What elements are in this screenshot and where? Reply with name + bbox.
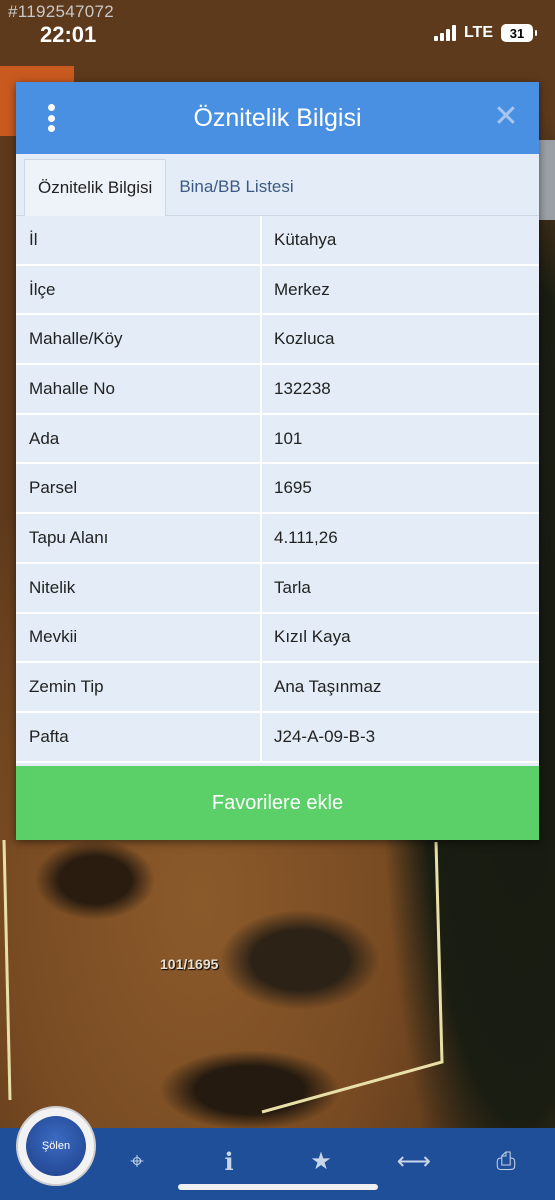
tab-building-list[interactable]: Bina/BB Listesi: [166, 158, 306, 215]
table-row: Nitelik Tarla: [16, 563, 539, 614]
row-key: Mevkii: [16, 613, 262, 662]
row-key: Tapu Alanı: [16, 514, 262, 562]
table-row: İlçe Merkez: [16, 265, 539, 316]
logo-text: Şölen: [26, 1116, 86, 1176]
signal-icon: [433, 25, 456, 41]
row-key: İl: [16, 216, 262, 264]
locate-icon[interactable]: ⌖: [117, 1146, 157, 1178]
print-icon[interactable]: ⎙: [486, 1146, 526, 1178]
row-value: J24-A-09-B-3: [274, 726, 376, 746]
attribute-table: İl Kütahya İlçe Merkez Mahalle/Köy Kozluca …: [16, 216, 539, 763]
table-row: Ada 101: [16, 414, 539, 465]
info-icon[interactable]: i: [209, 1146, 249, 1178]
measure-icon[interactable]: ⟷: [394, 1146, 434, 1178]
attribute-dialog: Öznitelik Bilgisi ✕ Öznitelik Bilgisi Bi…: [16, 82, 539, 840]
map-overlay-edge: [539, 140, 555, 220]
table-row: Zemin Tip Ana Taşınmaz: [16, 663, 539, 713]
row-value: Kozluca: [274, 329, 335, 349]
dialog-header: Öznitelik Bilgisi ✕: [16, 82, 539, 154]
row-key: Mahalle/Köy: [16, 315, 262, 364]
table-row: Mahalle/Köy Kozluca: [16, 315, 539, 366]
row-value: 101: [274, 428, 303, 448]
row-key: Parsel: [16, 464, 262, 513]
row-value: 4.111,26: [274, 527, 338, 547]
tab-attribute-info[interactable]: Öznitelik Bilgisi: [24, 159, 167, 216]
row-value: 132238: [274, 378, 331, 398]
row-value: Kütahya: [274, 229, 337, 249]
battery-icon: 31: [501, 24, 537, 42]
table-row: Pafta J24-A-09-B-3: [16, 712, 539, 763]
table-row: Parsel 1695: [16, 464, 539, 515]
row-key: Nitelik: [16, 563, 262, 612]
row-value: Kızıl Kaya: [274, 627, 351, 647]
network-type: LTE: [463, 24, 493, 41]
watermark-id: #1192547072: [8, 2, 115, 21]
table-row: İl Kütahya: [16, 216, 539, 266]
row-key: İlçe: [16, 265, 262, 314]
row-key: Ada: [16, 414, 262, 463]
row-key: Zemin Tip: [16, 663, 262, 711]
row-value: 1695: [274, 478, 312, 498]
company-logo: Şölen: [16, 1106, 96, 1186]
table-row: Tapu Alanı 4.111,26: [16, 514, 539, 564]
add-to-favorites-button[interactable]: Favorilere ekle: [16, 766, 539, 840]
row-value: Merkez: [274, 279, 330, 299]
table-row: Mevkii Kızıl Kaya: [16, 613, 539, 664]
row-value: Tarla: [274, 577, 311, 597]
row-value: Ana Taşınmaz: [274, 677, 382, 697]
table-row: Mahalle No 132238: [16, 365, 539, 415]
parcel-label: 101/1695: [160, 956, 219, 972]
row-key: Mahalle No: [16, 365, 262, 413]
status-indicators: LTE 31: [433, 24, 537, 42]
status-time: 22:01: [40, 22, 97, 47]
tab-bar: Öznitelik Bilgisi Bina/BB Listesi: [16, 154, 539, 216]
row-key: Pafta: [16, 712, 262, 761]
home-indicator[interactable]: [178, 1184, 378, 1190]
more-menu-icon[interactable]: [44, 104, 58, 132]
dialog-title: Öznitelik Bilgisi: [193, 103, 362, 132]
close-icon[interactable]: ✕: [493, 102, 519, 132]
star-icon[interactable]: ★: [301, 1146, 341, 1178]
